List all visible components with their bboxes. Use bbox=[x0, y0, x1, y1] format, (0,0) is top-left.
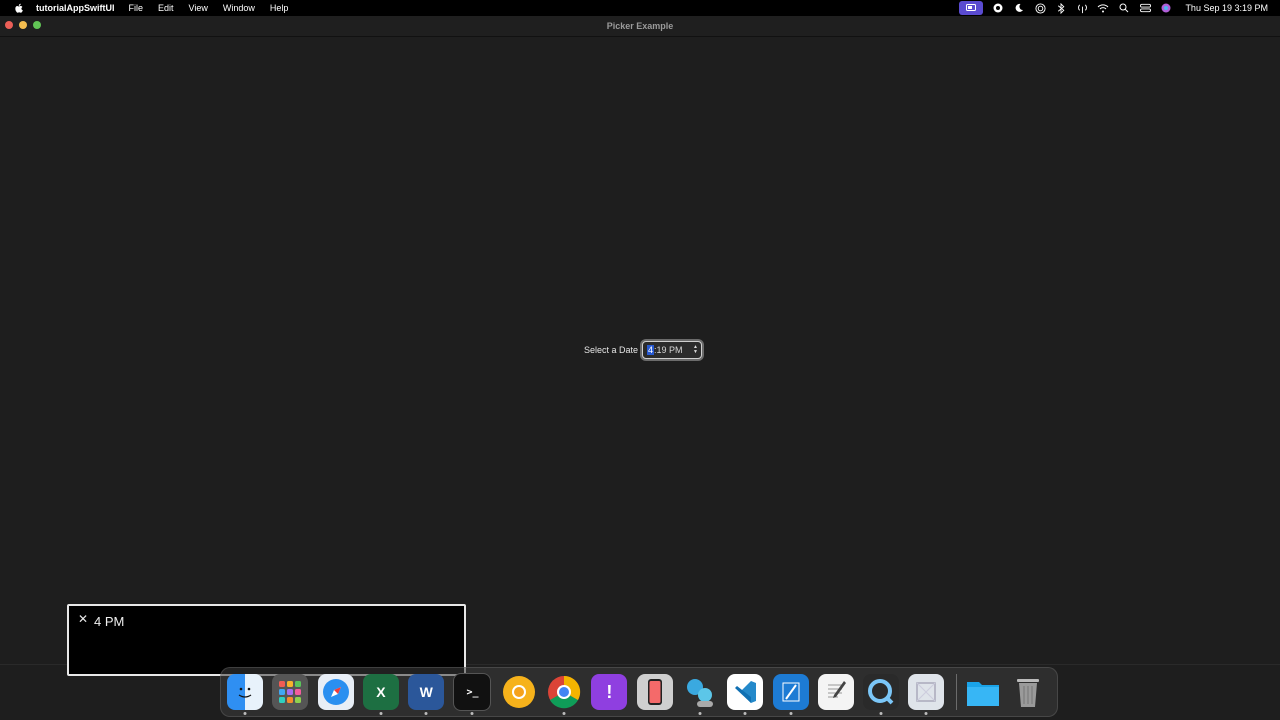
apple-menu-icon[interactable] bbox=[12, 1, 26, 15]
dock: X W >_ ! bbox=[220, 667, 1058, 717]
caption-text: 4 PM bbox=[94, 614, 125, 629]
minute-ampm-segment[interactable]: :19 PM bbox=[654, 345, 683, 355]
launchpad-icon[interactable] bbox=[272, 674, 309, 710]
trash-icon[interactable] bbox=[1010, 674, 1046, 710]
zoom-window-button[interactable] bbox=[33, 21, 41, 29]
menu-bar: tutorialAppSwiftUI File Edit View Window… bbox=[0, 0, 1280, 16]
textedit-icon[interactable] bbox=[817, 674, 854, 710]
xcode-beta-icon[interactable] bbox=[682, 674, 718, 715]
close-window-button[interactable] bbox=[5, 21, 13, 29]
traffic-lights bbox=[5, 21, 41, 29]
stepper-down-icon[interactable]: ▼ bbox=[693, 349, 698, 355]
app-window: Picker Example Select a Date 4 :19 PM ▲ … bbox=[0, 16, 1280, 665]
control-center-icon[interactable] bbox=[1139, 2, 1151, 14]
safari-icon[interactable] bbox=[317, 674, 354, 710]
hour-segment[interactable]: 4 bbox=[647, 345, 655, 355]
caption-panel: ✕ 4 PM bbox=[67, 604, 466, 676]
quicktime-icon[interactable] bbox=[863, 674, 900, 715]
finder-icon[interactable] bbox=[227, 674, 263, 715]
window-titlebar[interactable]: Picker Example bbox=[0, 16, 1280, 37]
wifi-icon[interactable] bbox=[1097, 2, 1109, 14]
menu-window[interactable]: Window bbox=[223, 3, 255, 13]
bluetooth-icon[interactable] bbox=[1055, 2, 1067, 14]
menu-edit[interactable]: Edit bbox=[158, 3, 174, 13]
menu-clock[interactable]: Thu Sep 19 3:19 PM bbox=[1185, 3, 1268, 13]
date-picker-label: Select a Date bbox=[584, 345, 639, 355]
menu-file[interactable]: File bbox=[129, 3, 144, 13]
window-title: Picker Example bbox=[606, 21, 674, 31]
record-icon[interactable] bbox=[992, 2, 1004, 14]
app-name-menu[interactable]: tutorialAppSwiftUI bbox=[36, 3, 115, 13]
time-picker-field[interactable]: 4 :19 PM ▲ ▼ bbox=[642, 341, 703, 359]
time-stepper[interactable]: ▲ ▼ bbox=[692, 344, 699, 355]
chrome-icon[interactable] bbox=[546, 674, 582, 715]
airdrop-icon[interactable] bbox=[1034, 2, 1046, 14]
terminal-icon[interactable]: >_ bbox=[453, 673, 492, 715]
minimize-window-button[interactable] bbox=[19, 21, 27, 29]
screen-mirroring-icon[interactable] bbox=[959, 1, 984, 15]
menu-help[interactable]: Help bbox=[270, 3, 289, 13]
feedback-assistant-icon[interactable]: ! bbox=[591, 674, 628, 710]
siri-icon[interactable] bbox=[1160, 2, 1172, 14]
menu-view[interactable]: View bbox=[189, 3, 208, 13]
date-picker-row: Select a Date 4 :19 PM ▲ ▼ bbox=[584, 341, 703, 359]
search-icon[interactable] bbox=[1118, 2, 1130, 14]
excel-icon[interactable]: X bbox=[362, 674, 399, 715]
focus-moon-icon[interactable] bbox=[1013, 2, 1025, 14]
simulator-icon[interactable] bbox=[636, 674, 673, 710]
word-icon[interactable]: W bbox=[408, 674, 445, 715]
vscode-icon[interactable] bbox=[727, 674, 764, 715]
downloads-folder-icon[interactable] bbox=[965, 674, 1001, 710]
preview-icon[interactable] bbox=[908, 674, 945, 715]
dock-separator bbox=[955, 674, 957, 710]
antenna-icon[interactable] bbox=[1076, 2, 1088, 14]
close-icon[interactable]: ✕ bbox=[78, 612, 88, 626]
chrome-canary-icon[interactable] bbox=[501, 674, 537, 710]
xcode-icon[interactable] bbox=[772, 674, 809, 715]
